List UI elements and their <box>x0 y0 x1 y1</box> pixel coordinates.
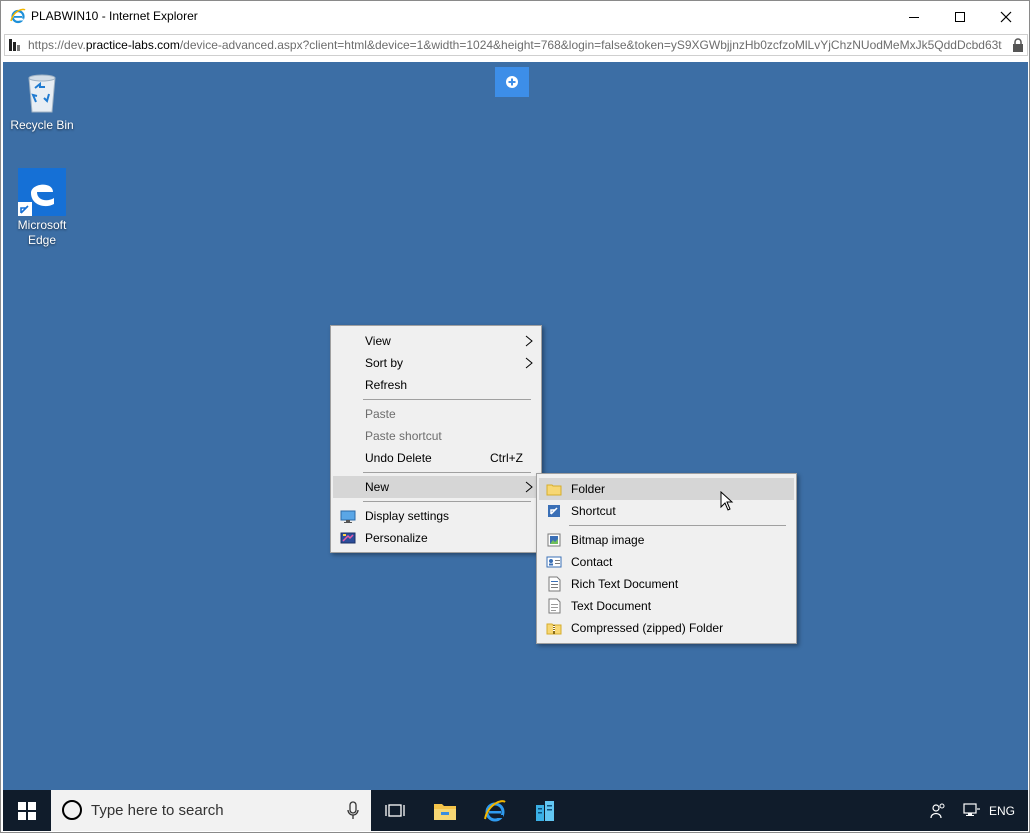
file-explorer-button[interactable] <box>421 790 469 831</box>
menu-item-refresh[interactable]: Refresh <box>333 374 539 396</box>
minimize-icon <box>909 16 919 18</box>
network-tray-button[interactable] <box>961 790 983 831</box>
address-bar[interactable]: https://dev.practice-labs.com/device-adv… <box>4 34 1028 56</box>
mouse-cursor-icon <box>720 491 734 511</box>
maximize-icon <box>955 11 965 22</box>
menu-separator <box>569 525 786 526</box>
internet-explorer-taskbar-button[interactable] <box>471 790 519 831</box>
url-host: practice-labs.com <box>85 38 180 52</box>
lock-icon[interactable] <box>1012 38 1024 52</box>
submenu-item-compressed-folder[interactable]: Compressed (zipped) Folder <box>539 617 794 639</box>
menu-item-paste: Paste <box>365 407 396 421</box>
microphone-icon[interactable] <box>347 801 359 821</box>
menu-separator <box>363 472 531 473</box>
menu-item-new[interactable]: New <box>333 476 539 498</box>
windows-logo-icon <box>18 801 36 820</box>
submenu-item-bitmap-image[interactable]: Bitmap image <box>539 529 794 551</box>
file-explorer-icon <box>434 803 456 820</box>
rich-text-icon <box>548 576 561 592</box>
url-prefix: https://dev. <box>28 38 86 52</box>
window-title: PLABWIN10 - Internet Explorer <box>31 9 198 23</box>
submenu-item-folder[interactable]: Folder <box>539 478 794 500</box>
remote-desktop[interactable]: Recycle Bin Microsoft Edge View Sort by … <box>3 62 1028 790</box>
chevron-right-icon <box>525 481 533 493</box>
menu-separator <box>363 399 531 400</box>
menu-separator <box>363 501 531 502</box>
edge-icon <box>18 168 66 216</box>
task-view-button[interactable] <box>371 790 419 831</box>
personalize-icon <box>340 532 356 544</box>
url-path: /device-advanced.aspx?client=html&device… <box>179 38 1002 52</box>
shortcut-label: Ctrl+Z <box>490 451 523 465</box>
desktop-icon-label-line1: Microsoft <box>17 218 67 232</box>
maximize-button[interactable] <box>937 1 983 32</box>
desktop-icon-microsoft-edge[interactable]: Microsoft Edge <box>4 168 80 248</box>
ie-window: PLABWIN10 - Internet Explorer https://de… <box>0 0 1030 833</box>
shortcut-icon <box>548 505 560 517</box>
submenu-item-shortcut[interactable]: Shortcut <box>539 500 794 522</box>
cortana-icon <box>62 800 82 820</box>
desktop-context-menu: View Sort by Refresh Paste Paste shortcu… <box>330 325 542 553</box>
chevron-right-icon <box>525 335 533 347</box>
taskbar: Type here to search ENG <box>3 790 1028 831</box>
folder-icon <box>546 484 562 496</box>
menu-item-personalize[interactable]: Personalize <box>333 527 539 549</box>
chevron-right-icon <box>525 357 533 369</box>
menu-item-view[interactable]: View <box>333 330 539 352</box>
submenu-item-rich-text-document[interactable]: Rich Text Document <box>539 573 794 595</box>
recycle-bin-icon <box>28 74 56 113</box>
desktop-icon-label: Recycle Bin <box>10 118 74 132</box>
desktop-icon-recycle-bin[interactable]: Recycle Bin <box>4 68 80 133</box>
people-tray-button[interactable] <box>927 790 949 831</box>
close-icon <box>1000 11 1012 22</box>
internet-explorer-icon <box>10 8 26 24</box>
network-icon <box>963 802 980 816</box>
site-favicon-icon <box>9 39 20 51</box>
language-indicator[interactable]: ENG <box>987 790 1017 831</box>
desktop-icon-label-line2: Edge <box>27 233 57 247</box>
menu-item-sort-by[interactable]: Sort by <box>333 352 539 374</box>
text-document-icon <box>548 598 561 614</box>
search-placeholder: Type here to search <box>91 802 224 819</box>
title-bar: PLABWIN10 - Internet Explorer <box>1 1 1029 32</box>
submenu-item-contact[interactable]: Contact <box>539 551 794 573</box>
internet-explorer-taskbar-icon <box>484 799 506 821</box>
bitmap-icon <box>547 533 561 547</box>
server-manager-button[interactable] <box>521 790 569 831</box>
server-manager-icon <box>536 800 554 821</box>
new-submenu: Folder Shortcut Bitmap image Contact Ric… <box>536 473 797 644</box>
taskbar-search-box[interactable]: Type here to search <box>51 790 371 831</box>
menu-item-paste-shortcut: Paste shortcut <box>365 429 442 443</box>
plus-circle-icon <box>506 76 518 88</box>
contact-icon <box>546 556 562 568</box>
start-button[interactable] <box>3 790 51 831</box>
url-text[interactable]: https://dev.practice-labs.com/device-adv… <box>28 38 1010 52</box>
menu-item-undo-delete[interactable]: Undo Delete Ctrl+Z <box>333 447 539 469</box>
menu-item-display-settings[interactable]: Display settings <box>333 505 539 527</box>
minimize-button[interactable] <box>891 1 937 32</box>
zip-folder-icon <box>546 623 562 635</box>
display-settings-icon <box>340 510 356 523</box>
remote-toolbar-button[interactable] <box>495 67 529 97</box>
people-icon <box>930 803 945 818</box>
task-view-icon <box>385 803 405 817</box>
close-button[interactable] <box>983 1 1029 32</box>
submenu-item-text-document[interactable]: Text Document <box>539 595 794 617</box>
language-label: ENG <box>988 803 1015 818</box>
